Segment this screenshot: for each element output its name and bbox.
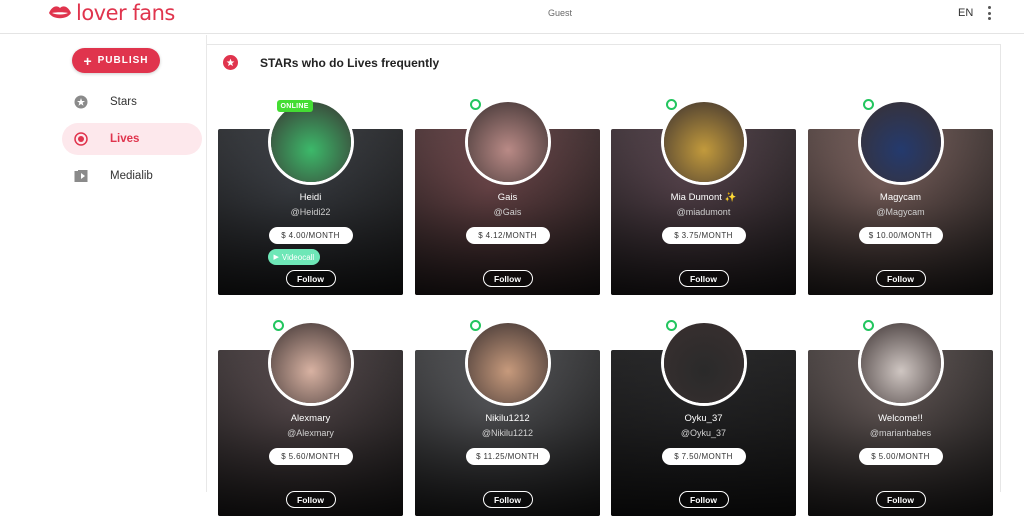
sidebar-divider (206, 35, 207, 492)
videocall-label: Videocall (281, 252, 315, 262)
avatar[interactable] (267, 320, 354, 406)
star-icon (223, 55, 238, 70)
sidebar-item-label: Lives (110, 133, 140, 145)
guest-label: Guest (548, 8, 573, 18)
star-handle[interactable]: @Alexmary (218, 428, 403, 438)
videocall-badge[interactable]: ▶ Videocall (267, 249, 321, 265)
plus-icon: + (83, 52, 93, 69)
avatar[interactable] (857, 99, 944, 185)
subscription-price: $ 4.12/MONTH (465, 227, 550, 244)
subscription-price: $ 3.75/MONTH (661, 227, 746, 244)
star-name[interactable]: Oyku_37 (611, 413, 796, 424)
avatar-image (467, 323, 548, 403)
star-handle[interactable]: @Nikilu1212 (415, 428, 600, 438)
publish-button[interactable]: + PUBLISH (72, 48, 160, 73)
online-status-dot (272, 320, 284, 331)
sidebar-item-label: Medialib (110, 170, 153, 182)
star-name[interactable]: Alexmary (218, 413, 403, 424)
kebab-menu-icon[interactable] (985, 6, 993, 20)
subscription-price: $ 11.25/MONTH (465, 448, 550, 465)
sidebar-item-lives[interactable]: Lives (62, 123, 202, 155)
follow-button[interactable]: Follow (285, 491, 336, 508)
sidebar-item-medialib[interactable]: Medialib (62, 160, 202, 192)
media-library-icon (74, 170, 88, 182)
star-handle[interactable]: @Oyku_37 (611, 428, 796, 438)
follow-button[interactable]: Follow (482, 491, 533, 508)
publish-label: PUBLISH (97, 55, 149, 66)
avatar[interactable] (464, 320, 551, 406)
subscription-price: $ 5.00/MONTH (858, 448, 943, 465)
sidebar-item-label: Stars (110, 96, 137, 108)
star-name[interactable]: Heidi (218, 192, 403, 203)
subscription-price: $ 7.50/MONTH (661, 448, 746, 465)
section-title: STARs who do Lives frequently (260, 56, 440, 70)
subscription-price: $ 4.00/MONTH (268, 227, 353, 244)
online-status-dot (469, 99, 481, 110)
follow-button[interactable]: Follow (678, 270, 729, 287)
online-status-dot (665, 99, 677, 110)
avatar[interactable] (464, 99, 551, 185)
star-name[interactable]: Mia Dumont ✨ (611, 192, 796, 203)
subscription-price: $ 10.00/MONTH (858, 227, 943, 244)
avatar[interactable] (660, 320, 747, 406)
online-status-dot (862, 99, 874, 110)
avatar-image (860, 102, 941, 182)
online-badge: ONLINE (276, 100, 313, 112)
live-icon (74, 132, 88, 146)
star-handle[interactable]: @Magycam (808, 207, 993, 217)
video-camera-icon: ▶ (273, 254, 279, 261)
follow-button[interactable]: Follow (678, 491, 729, 508)
language-selector[interactable]: EN (958, 7, 973, 19)
star-name[interactable]: Magycam (808, 192, 993, 203)
follow-button[interactable]: Follow (875, 270, 926, 287)
lips-logo-icon (49, 6, 71, 19)
avatar[interactable] (857, 320, 944, 406)
online-status-dot (665, 320, 677, 331)
subscription-price: $ 5.60/MONTH (268, 448, 353, 465)
avatar-image (663, 102, 744, 182)
star-handle[interactable]: @Gais (415, 207, 600, 217)
online-status-dot (862, 320, 874, 331)
star-name[interactable]: Gais (415, 192, 600, 203)
logo-text: lover fans (76, 1, 175, 25)
follow-button[interactable]: Follow (875, 491, 926, 508)
star-handle[interactable]: @marianbabes (808, 428, 993, 438)
follow-button[interactable]: Follow (482, 270, 533, 287)
star-name[interactable]: Welcome!! (808, 413, 993, 424)
follow-button[interactable]: Follow (285, 270, 336, 287)
avatar-image (270, 102, 351, 182)
star-handle[interactable]: @Heidi22 (218, 207, 403, 217)
logo[interactable]: lover fans (48, 1, 175, 25)
content-top-divider (207, 44, 1001, 45)
star-icon (74, 95, 88, 109)
avatar-image (663, 323, 744, 403)
avatar[interactable] (660, 99, 747, 185)
avatar-image (270, 323, 351, 403)
star-name[interactable]: Nikilu1212 (415, 413, 600, 424)
top-bar: lover fans Guest EN (0, 0, 1024, 34)
sidebar: + PUBLISH Stars Lives Medialib (0, 35, 206, 492)
online-status-dot (469, 320, 481, 331)
star-handle[interactable]: @miadumont (611, 207, 796, 217)
avatar-image (860, 323, 941, 403)
content-right-border (1000, 44, 1001, 492)
avatar-image (467, 102, 548, 182)
sidebar-item-stars[interactable]: Stars (62, 86, 202, 118)
